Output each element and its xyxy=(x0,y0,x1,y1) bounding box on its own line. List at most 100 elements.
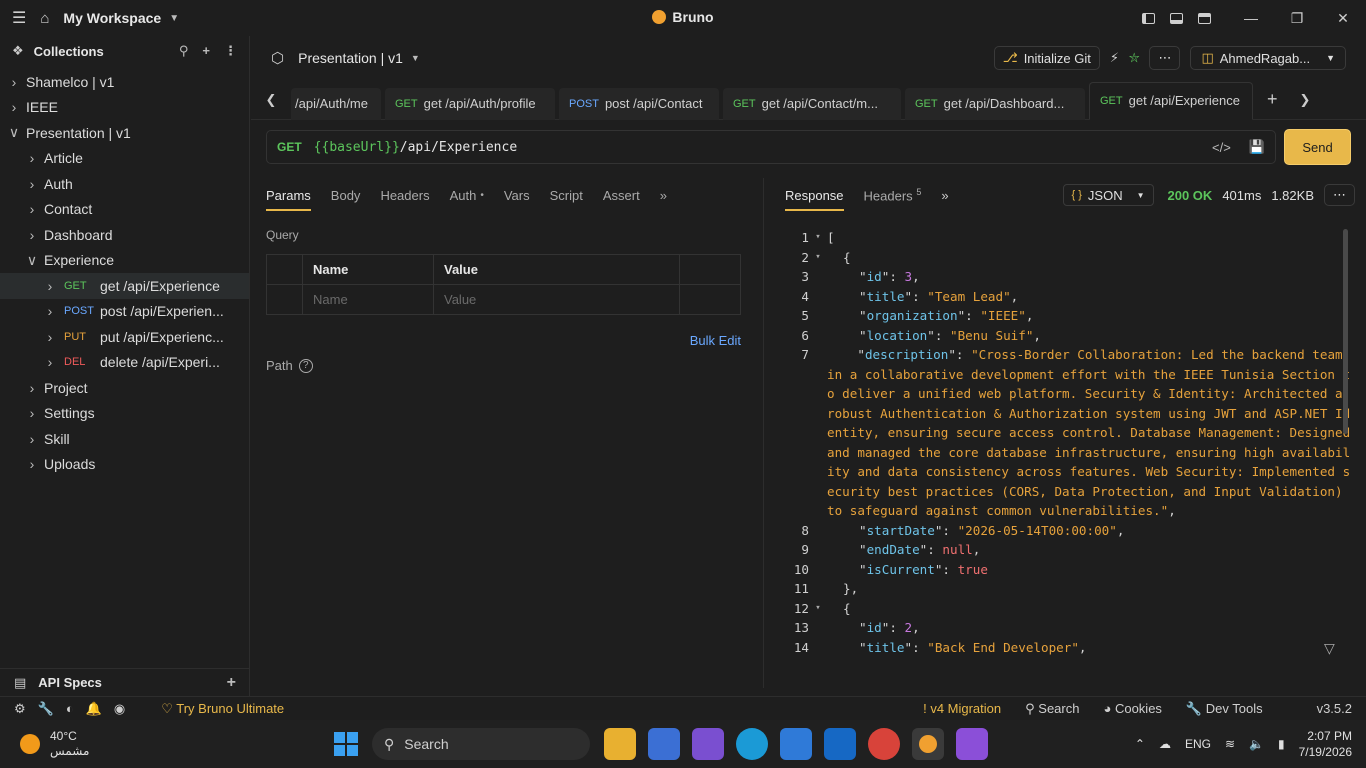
add-api-spec-icon[interactable]: + xyxy=(227,674,236,692)
chrome-icon[interactable] xyxy=(868,728,900,760)
response-more-button[interactable]: ⋯ xyxy=(1324,184,1355,206)
chevron-right-icon[interactable]: › xyxy=(6,99,22,115)
maximize-button[interactable]: ❐ xyxy=(1274,0,1320,36)
fold-icon[interactable]: ▾ xyxy=(809,599,827,619)
chevron-down-icon[interactable]: ∨ xyxy=(24,252,40,269)
scroll-right-icon[interactable]: ❯ xyxy=(1300,92,1311,108)
sidebar-item[interactable]: › Skill xyxy=(0,426,249,452)
battery-icon[interactable]: ▮ xyxy=(1278,737,1285,751)
chevron-right-icon[interactable]: › xyxy=(42,329,58,345)
shield-icon[interactable]: ⛦ xyxy=(1129,50,1139,66)
response-scrollbar[interactable] xyxy=(1343,229,1348,434)
sidebar-item[interactable]: › IEEE xyxy=(0,95,249,121)
sidebar-item[interactable]: › POST post /api/Experien... xyxy=(0,299,249,325)
format-selector[interactable]: { } JSON ▼ xyxy=(1062,184,1154,206)
tab-vars[interactable]: Vars xyxy=(504,188,530,203)
store-icon[interactable] xyxy=(780,728,812,760)
api-specs-section[interactable]: ▤ API Specs + xyxy=(0,668,250,696)
send-button[interactable]: Send xyxy=(1284,129,1351,165)
collection-selector[interactable]: Presentation | v1 ▼ xyxy=(298,50,420,66)
filter-icon[interactable]: ▽ xyxy=(1324,640,1335,657)
name-input[interactable]: Name xyxy=(302,284,434,315)
sidebar-item[interactable]: › Shamelco | v1 xyxy=(0,69,249,95)
tab-auth[interactable]: Auth xyxy=(450,188,477,203)
chevron-right-icon[interactable]: › xyxy=(24,227,40,243)
try-ultimate-link[interactable]: ♡ Try Bruno Ultimate xyxy=(161,701,284,717)
chevron-right-icon[interactable]: › xyxy=(24,456,40,472)
visual-studio-icon[interactable] xyxy=(956,728,988,760)
weather-widget[interactable]: 40°C مشمس xyxy=(0,729,89,759)
request-tab[interactable]: GET get /api/Experience xyxy=(1089,81,1253,120)
github-icon[interactable]: ◉ xyxy=(114,701,125,717)
environment-selector[interactable]: ◫ AhmedRagab... ▼ xyxy=(1190,46,1346,70)
chevron-right-icon[interactable]: › xyxy=(42,354,58,370)
sidebar-item[interactable]: › Contact xyxy=(0,197,249,223)
bruno-app-icon[interactable] xyxy=(912,728,944,760)
chevron-right-icon[interactable]: › xyxy=(42,303,58,319)
sidebar-item[interactable]: › PUT put /api/Experienc... xyxy=(0,324,249,350)
request-tab[interactable]: GET get /api/Auth/profile xyxy=(385,87,555,120)
sidebar-item[interactable]: › Settings xyxy=(0,401,249,427)
chevron-right-icon[interactable]: › xyxy=(24,431,40,447)
runner-icon[interactable]: ⚡ xyxy=(1110,50,1119,66)
code-icon[interactable]: </> xyxy=(1212,140,1231,155)
bell-icon[interactable]: 🔔 xyxy=(86,701,102,717)
wrench-icon[interactable]: 🔧 xyxy=(38,701,54,717)
language-indicator[interactable]: ENG xyxy=(1185,737,1211,751)
add-icon[interactable]: + xyxy=(202,43,210,59)
chevron-right-icon[interactable]: › xyxy=(6,74,22,90)
sidebar-item[interactable]: › Article xyxy=(0,146,249,172)
request-tab[interactable]: GET get /api/Dashboard... xyxy=(905,87,1085,120)
sidebar-item[interactable]: › Project xyxy=(0,375,249,401)
sidebar-item[interactable]: › Uploads xyxy=(0,452,249,478)
tab-response[interactable]: Response xyxy=(785,188,844,211)
more-tabs-icon[interactable]: » xyxy=(941,188,948,203)
tab-script[interactable]: Script xyxy=(550,188,583,203)
sidebar-item[interactable]: › GET get /api/Experience xyxy=(0,273,249,299)
windows-start-icon[interactable] xyxy=(334,732,358,756)
help-icon[interactable]: ? xyxy=(298,358,313,373)
fold-icon[interactable]: ▾ xyxy=(809,228,827,248)
new-tab-icon[interactable]: + xyxy=(1267,89,1278,110)
sidebar-item[interactable]: ∨ Presentation | v1 xyxy=(0,120,249,146)
workspace-selector[interactable]: My Workspace ▼ xyxy=(63,10,179,26)
tab-body[interactable]: Body xyxy=(331,188,361,203)
dev-tools-link[interactable]: 🔧 Dev Tools xyxy=(1186,701,1263,717)
chevron-down-icon[interactable]: ∨ xyxy=(6,124,22,141)
save-icon[interactable]: 💾 xyxy=(1249,139,1265,155)
chevron-up-icon[interactable]: ⌃ xyxy=(1135,737,1145,751)
sidebar-item[interactable]: ∨ Experience xyxy=(0,248,249,274)
request-tab[interactable]: /api/Auth/me xyxy=(291,87,381,120)
url-bar[interactable]: GET {{baseUrl}}/api/Experience </> 💾 xyxy=(266,130,1276,164)
search-icon[interactable]: ⚲ xyxy=(179,43,189,59)
sidebar-item[interactable]: › Dashboard xyxy=(0,222,249,248)
sidebar-item[interactable]: › Auth xyxy=(0,171,249,197)
bulk-edit-link[interactable]: Bulk Edit xyxy=(690,333,741,348)
settings-icon[interactable]: ⚙ xyxy=(14,701,26,717)
fold-icon[interactable]: ▾ xyxy=(809,248,827,268)
clock[interactable]: 2:07 PM 7/19/2026 xyxy=(1299,728,1352,760)
chevron-right-icon[interactable]: › xyxy=(24,201,40,217)
tab-assert[interactable]: Assert xyxy=(603,188,640,203)
wifi-icon[interactable]: ≋ xyxy=(1225,737,1235,751)
chevron-right-icon[interactable]: › xyxy=(24,150,40,166)
minimize-button[interactable]: — xyxy=(1228,0,1274,36)
search-link[interactable]: ⚲ Search xyxy=(1025,701,1079,717)
tab-headers[interactable]: Headers xyxy=(380,188,429,203)
more-options-button[interactable]: ⋯ xyxy=(1149,46,1181,70)
menu-icon[interactable]: ☰ xyxy=(12,8,26,28)
sidebar-item[interactable]: › DEL delete /api/Experi... xyxy=(0,350,249,376)
value-input[interactable]: Value xyxy=(433,284,680,315)
cloud-icon[interactable]: ☁ xyxy=(1159,737,1171,751)
cookies-link[interactable]: ◕ Cookies xyxy=(1103,701,1161,716)
more-icon[interactable]: ⋮ xyxy=(224,43,237,59)
initialize-git-button[interactable]: ⎇ Initialize Git xyxy=(993,46,1100,70)
scroll-left-icon[interactable]: ❮ xyxy=(251,92,291,108)
tab-params[interactable]: Params xyxy=(266,188,311,211)
toggle-bottom-panel-icon[interactable] xyxy=(1162,0,1190,36)
toggle-layout-icon[interactable] xyxy=(1190,0,1218,36)
request-tab[interactable]: POST post /api/Contact xyxy=(559,87,719,120)
home-icon[interactable]: ⌂ xyxy=(40,10,49,27)
http-method[interactable]: GET xyxy=(277,140,302,154)
pane-divider[interactable] xyxy=(763,178,764,688)
